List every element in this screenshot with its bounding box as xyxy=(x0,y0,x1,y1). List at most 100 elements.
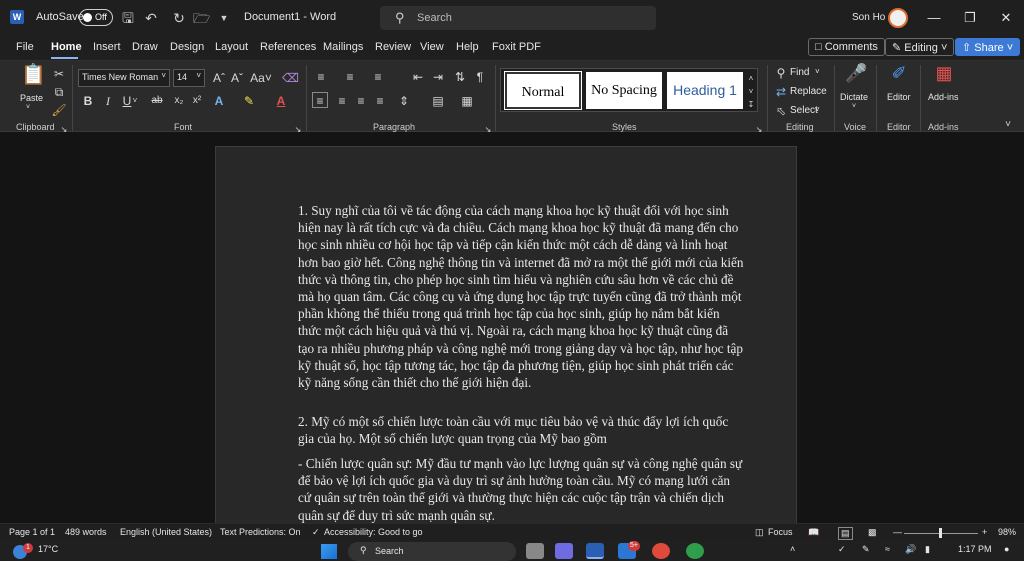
print-layout-icon[interactable]: ▤ xyxy=(838,527,853,540)
customize-toolbar-icon[interactable]: ▼ xyxy=(216,10,232,26)
wifi-icon[interactable]: ≈ xyxy=(885,544,890,554)
undo-icon[interactable]: ↶ xyxy=(143,10,159,26)
teams-icon[interactable] xyxy=(555,543,573,559)
select-label[interactable]: Select xyxy=(790,105,818,116)
format-painter-icon[interactable]: 🖌 xyxy=(51,102,67,118)
show-formatting-icon[interactable]: ¶ xyxy=(472,69,488,85)
shrink-font-icon[interactable]: Aˇ xyxy=(229,70,245,86)
save-icon[interactable]: 🖫 xyxy=(120,10,136,26)
paste-chevron-icon[interactable]: ˅ xyxy=(26,104,30,111)
zoom-slider-thumb[interactable] xyxy=(939,528,942,538)
subscript-icon[interactable]: x₂ xyxy=(171,93,187,109)
tab-review[interactable]: Review xyxy=(375,41,411,53)
accessibility-status[interactable]: Accessibility: Good to go xyxy=(324,527,423,537)
open-folder-icon[interactable]: 🗁 xyxy=(193,10,210,26)
zoom-in-icon[interactable]: + xyxy=(982,527,987,537)
chevron-down-icon[interactable]: ˅ xyxy=(815,105,820,114)
tab-mailings[interactable]: Mailings xyxy=(323,41,363,53)
battery-icon[interactable]: ▮ xyxy=(925,544,930,555)
clipboard-launcher-icon[interactable]: ↘ xyxy=(60,122,68,134)
styles-scroll-up-icon[interactable]: ˄ xyxy=(745,71,757,83)
taskbar-search[interactable]: ⚲ Search xyxy=(348,542,516,561)
chrome-profile-icon[interactable] xyxy=(686,543,704,559)
highlight-icon[interactable]: ✎ xyxy=(241,93,257,109)
paragraph-1[interactable]: 1. Suy nghĩ của tôi về tác động của cách… xyxy=(298,202,744,391)
page-count[interactable]: Page 1 of 1 xyxy=(9,527,55,537)
font-launcher-icon[interactable]: ↘ xyxy=(294,122,302,134)
word-count[interactable]: 489 words xyxy=(65,527,107,537)
style-normal[interactable]: Normal xyxy=(504,71,582,110)
file-explorer-icon[interactable] xyxy=(526,543,544,559)
redo-icon[interactable]: ↻ xyxy=(171,10,187,26)
styles-launcher-icon[interactable]: ↘ xyxy=(755,122,763,134)
multilevel-list-icon[interactable]: ≡ xyxy=(370,69,386,85)
tab-design[interactable]: Design xyxy=(170,41,204,53)
font-size-dropdown[interactable]: 14 ˅ xyxy=(173,69,205,87)
borders-icon[interactable]: ▦ xyxy=(459,93,475,109)
document-page[interactable]: 1. Suy nghĩ của tôi về tác động của cách… xyxy=(215,146,797,523)
italic-icon[interactable]: I xyxy=(100,93,116,109)
paste-icon[interactable]: 📋 xyxy=(21,65,46,91)
comments-button[interactable]: □ Comments xyxy=(808,38,885,56)
autosave-toggle[interactable]: Off xyxy=(79,9,113,26)
text-predictions[interactable]: Text Predictions: On xyxy=(220,527,301,537)
show-hidden-icons-icon[interactable]: ˄ xyxy=(790,544,795,554)
replace-icon[interactable]: ⇄ xyxy=(773,84,789,100)
minimize-icon[interactable]: — xyxy=(924,8,944,28)
collapse-ribbon-icon[interactable]: ˅ xyxy=(1000,117,1016,133)
shading-icon[interactable]: ▤ xyxy=(430,93,446,109)
paste-label[interactable]: Paste xyxy=(20,93,43,103)
temperature[interactable]: 17°C xyxy=(38,544,58,554)
volume-icon[interactable]: 🔊 xyxy=(905,544,916,555)
tab-file[interactable]: File xyxy=(16,41,34,53)
change-case-icon[interactable]: Aa˅ xyxy=(250,70,272,86)
document-area[interactable]: 1. Suy nghĩ của tôi về tác động của cách… xyxy=(0,133,1024,523)
tab-layout[interactable]: Layout xyxy=(215,41,248,53)
styles-scroll-down-icon[interactable]: ˅ xyxy=(745,84,757,96)
web-layout-icon[interactable]: ▩ xyxy=(868,527,877,538)
find-icon[interactable]: ⚲ xyxy=(773,65,789,81)
restore-icon[interactable]: ❐ xyxy=(960,8,980,28)
word-taskbar-icon[interactable] xyxy=(586,543,604,559)
tab-home[interactable]: Home xyxy=(51,41,82,53)
read-mode-icon[interactable]: 📖 xyxy=(808,527,819,538)
zoom-out-icon[interactable]: — xyxy=(893,527,902,537)
dictate-label[interactable]: Dictate xyxy=(840,92,868,102)
strikethrough-icon[interactable]: ab xyxy=(149,93,165,109)
chevron-down-icon[interactable]: ˅ xyxy=(852,103,856,110)
chevron-down-icon[interactable]: ˅ xyxy=(815,67,820,76)
windows-start-icon[interactable] xyxy=(321,544,337,559)
grow-font-icon[interactable]: Aˆ xyxy=(211,70,227,86)
user-name[interactable]: Son Ho xyxy=(852,12,885,23)
justify-icon[interactable]: ≡ xyxy=(372,93,388,109)
chrome-icon[interactable] xyxy=(652,543,670,559)
numbering-icon[interactable]: ≡ xyxy=(342,69,358,85)
tab-draw[interactable]: Draw xyxy=(132,41,158,53)
avatar[interactable] xyxy=(888,8,908,28)
find-label[interactable]: Find xyxy=(790,67,809,78)
editing-mode-button[interactable]: ✎ Editing ˅ xyxy=(885,38,955,56)
bullets-icon[interactable]: ≡ xyxy=(313,69,329,85)
addins-grid-icon[interactable]: ▦ xyxy=(933,64,955,89)
focus-mode[interactable]: Focus xyxy=(768,527,793,537)
close-icon[interactable]: ✕ xyxy=(996,8,1016,28)
tab-foxit-pdf[interactable]: Foxit PDF xyxy=(492,41,541,53)
clock-time[interactable]: 1:17 PM xyxy=(958,544,992,554)
font-name-dropdown[interactable]: Times New Roman ˅ xyxy=(78,69,170,87)
cut-icon[interactable]: ✂ xyxy=(51,66,67,82)
microphone-icon[interactable]: 🎤 xyxy=(845,64,867,89)
style-heading-1[interactable]: Heading 1 xyxy=(667,72,743,109)
tab-view[interactable]: View xyxy=(420,41,444,53)
line-spacing-icon[interactable]: ⇕ xyxy=(396,93,412,109)
share-button[interactable]: ⇧ Share ˅ xyxy=(955,38,1021,56)
editor-pen-icon[interactable]: ✐ xyxy=(888,64,910,89)
paragraph-3[interactable]: - Chiến lược quân sự: Mỹ đầu tư mạnh vào… xyxy=(298,455,744,523)
tab-help[interactable]: Help xyxy=(456,41,479,53)
decrease-indent-icon[interactable]: ⇤ xyxy=(410,69,426,85)
notifications-icon[interactable]: ● xyxy=(1004,544,1009,554)
style-no-spacing[interactable]: No Spacing xyxy=(586,72,662,109)
text-effects-icon[interactable]: A xyxy=(211,93,227,109)
bold-icon[interactable]: B xyxy=(80,93,96,109)
addins-label[interactable]: Add-ins xyxy=(928,92,959,102)
paragraph-2[interactable]: 2. Mỹ có một số chiến lược toàn cầu với … xyxy=(298,413,744,447)
